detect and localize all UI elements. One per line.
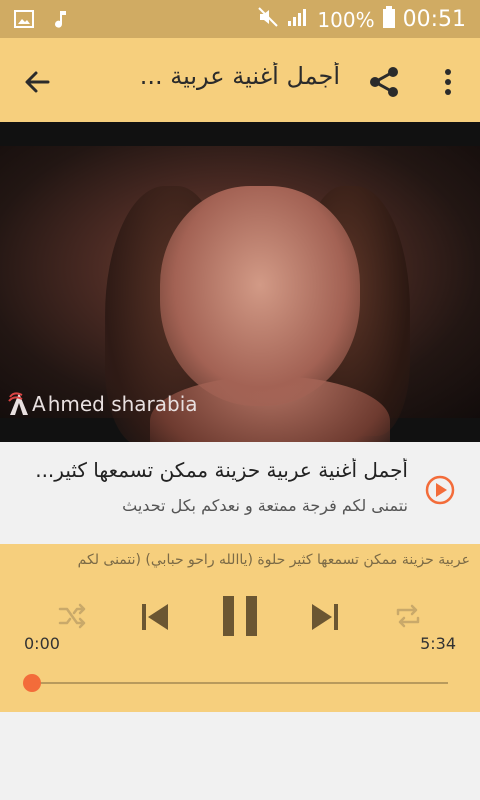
signal-icon	[287, 7, 309, 32]
video-title: أجمل أغنية عربية حزينة ممكن تسمعها كثير.…	[35, 458, 408, 482]
watermark-text: hmed sharabia	[47, 392, 198, 416]
video-watermark: Ahmed sharabia	[8, 391, 198, 417]
video-subject	[160, 186, 360, 406]
video-info: أجمل أغنية عربية حزينة ممكن تسمعها كثير.…	[0, 442, 480, 544]
notification-icons	[14, 9, 68, 33]
seek-thumb[interactable]	[23, 674, 41, 692]
back-arrow-icon[interactable]	[18, 62, 58, 102]
mute-icon	[257, 6, 279, 33]
overflow-menu-icon[interactable]	[436, 64, 460, 100]
play-circle-icon[interactable]	[424, 474, 456, 506]
track-marquee: عربية حزينة ممكن تسمعها كثير حلوة (ياالل…	[77, 552, 470, 568]
shuffle-icon[interactable]	[56, 600, 88, 636]
page-title: أجمل أغنية عربية ...	[139, 62, 340, 90]
elapsed-time: 0:00	[24, 634, 60, 653]
video-player[interactable]: Ahmed sharabia	[0, 122, 480, 442]
gallery-icon	[14, 9, 34, 33]
watermark-initial: A	[32, 392, 46, 416]
battery-percent: 100%	[317, 7, 375, 32]
video-subtitle: نتمنى لكم فرجة ممتعة و نعدكم بكل تحديث	[122, 496, 408, 515]
previous-track-icon[interactable]	[138, 600, 172, 638]
repeat-icon[interactable]	[392, 600, 424, 636]
video-frame: Ahmed sharabia	[0, 146, 480, 442]
music-note-icon	[52, 9, 68, 33]
total-duration: 5:34	[420, 634, 456, 653]
clock: 00:51	[402, 7, 466, 32]
battery-icon	[382, 6, 395, 33]
watermark-logo-icon	[8, 392, 28, 415]
pause-icon[interactable]	[220, 594, 260, 642]
app-bar: أجمل أغنية عربية ...	[0, 38, 480, 122]
audio-player: عربية حزينة ممكن تسمعها كثير حلوة (ياالل…	[0, 544, 480, 712]
next-track-icon[interactable]	[308, 600, 342, 638]
share-icon[interactable]	[366, 64, 402, 100]
seek-bar[interactable]	[32, 682, 448, 684]
status-bar: 100% 00:51	[0, 0, 480, 38]
